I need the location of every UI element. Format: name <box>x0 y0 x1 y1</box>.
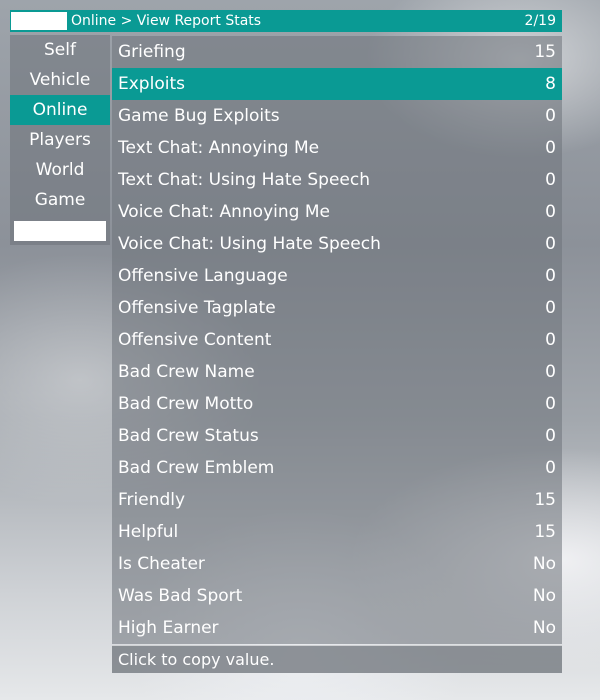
list-item[interactable]: Was Bad Sport No <box>112 580 562 612</box>
status-bar: Click to copy value. <box>112 645 562 673</box>
list-item-value: 0 <box>545 138 556 158</box>
sidebar-item-online[interactable]: Online <box>10 95 110 125</box>
sidebar-item-players[interactable]: Players <box>10 125 110 155</box>
list-item-label: Bad Crew Name <box>118 362 255 382</box>
list-item[interactable]: Friendly 15 <box>112 484 562 516</box>
list-item-value: 0 <box>545 298 556 318</box>
sidebar-item-game[interactable]: Game <box>10 185 110 215</box>
header-bar: Online > View Report Stats 2/19 <box>10 10 562 32</box>
list-item[interactable]: Text Chat: Annoying Me 0 <box>112 132 562 164</box>
list-item-value: 0 <box>545 330 556 350</box>
list-item-label: Offensive Content <box>118 330 272 350</box>
list-item[interactable]: Exploits 8 <box>112 68 562 100</box>
list-item-value: 0 <box>545 458 556 478</box>
list-item[interactable]: Helpful 15 <box>112 516 562 548</box>
list-item[interactable]: Game Bug Exploits 0 <box>112 100 562 132</box>
list-item[interactable]: Griefing 15 <box>112 36 562 68</box>
list-item-value: 0 <box>545 202 556 222</box>
list-item-label: Is Cheater <box>118 554 205 574</box>
list-item-value: 0 <box>545 426 556 446</box>
list-item-label: Voice Chat: Using Hate Speech <box>118 234 381 254</box>
list-item[interactable]: Bad Crew Name 0 <box>112 356 562 388</box>
list-item-value: No <box>532 618 556 638</box>
list-item-value: 0 <box>545 234 556 254</box>
list-item-value: 0 <box>545 106 556 126</box>
list-item-value: 15 <box>534 42 556 62</box>
list-item[interactable]: High Earner No <box>112 612 562 644</box>
list-item[interactable]: Text Chat: Using Hate Speech 0 <box>112 164 562 196</box>
page-indicator: 2/19 <box>524 13 556 29</box>
list-item-label: Helpful <box>118 522 179 542</box>
sidebar-item-self[interactable]: Self <box>10 35 110 65</box>
list-item[interactable]: Offensive Content 0 <box>112 324 562 356</box>
list-item-value: No <box>532 586 556 606</box>
list-item[interactable]: Voice Chat: Annoying Me 0 <box>112 196 562 228</box>
list-item[interactable]: Voice Chat: Using Hate Speech 0 <box>112 228 562 260</box>
report-stats-list: Griefing 15 Exploits 8 Game Bug Exploits 0 Tex… <box>112 36 562 644</box>
list-item-label: Griefing <box>118 42 186 62</box>
list-item-label: Exploits <box>118 74 185 94</box>
list-item[interactable]: Bad Crew Emblem 0 <box>112 452 562 484</box>
list-item-value: 15 <box>534 522 556 542</box>
list-item-label: High Earner <box>118 618 219 638</box>
list-item-value: No <box>532 554 556 574</box>
list-item-label: Friendly <box>118 490 186 510</box>
list-item[interactable]: Offensive Tagplate 0 <box>112 292 562 324</box>
list-item-value: 0 <box>545 266 556 286</box>
list-item-label: Was Bad Sport <box>118 586 243 606</box>
list-item-label: Offensive Tagplate <box>118 298 276 318</box>
list-item[interactable]: Bad Crew Motto 0 <box>112 388 562 420</box>
list-item-label: Offensive Language <box>118 266 288 286</box>
list-item-label: Bad Crew Motto <box>118 394 254 414</box>
list-item[interactable]: Offensive Language 0 <box>112 260 562 292</box>
list-item-label: Text Chat: Using Hate Speech <box>118 170 370 190</box>
logo-placeholder <box>11 12 67 30</box>
list-item-label: Game Bug Exploits <box>118 106 280 126</box>
list-item[interactable]: Is Cheater No <box>112 548 562 580</box>
list-item-value: 0 <box>545 394 556 414</box>
list-item-label: Voice Chat: Annoying Me <box>118 202 330 222</box>
sidebar-item-world[interactable]: World <box>10 155 110 185</box>
sidebar-search-input[interactable] <box>14 221 106 241</box>
sidebar-item-vehicle[interactable]: Vehicle <box>10 65 110 95</box>
list-item-label: Bad Crew Emblem <box>118 458 275 478</box>
breadcrumb: Online > View Report Stats <box>71 13 262 29</box>
list-item[interactable]: Bad Crew Status 0 <box>112 420 562 452</box>
list-item-value: 0 <box>545 170 556 190</box>
sidebar: Self Vehicle Online Players World Game <box>10 35 110 245</box>
list-item-value: 15 <box>534 490 556 510</box>
list-item-label: Text Chat: Annoying Me <box>118 138 320 158</box>
status-text: Click to copy value. <box>118 650 275 669</box>
list-item-value: 8 <box>545 74 556 94</box>
list-item-value: 0 <box>545 362 556 382</box>
list-item-label: Bad Crew Status <box>118 426 259 446</box>
